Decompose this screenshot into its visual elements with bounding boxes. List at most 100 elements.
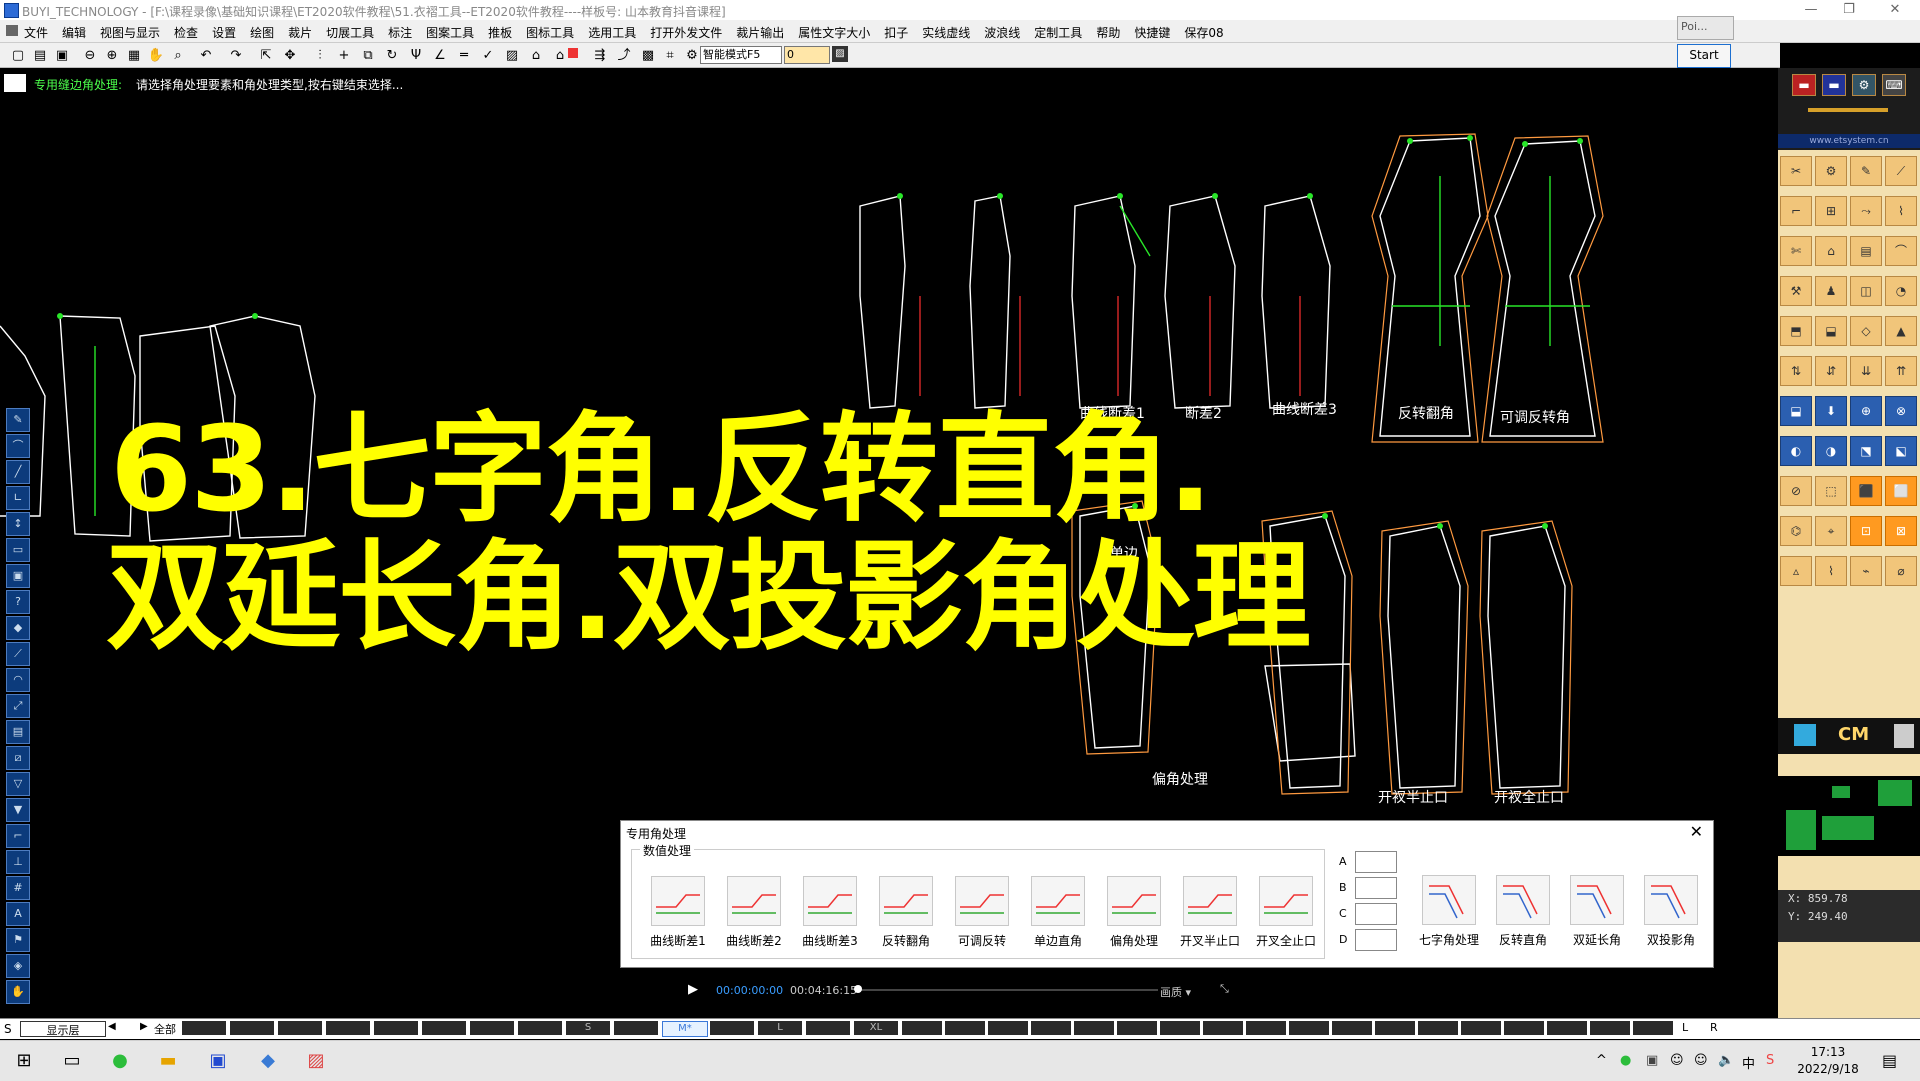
menu-item[interactable]: 推板 [488, 24, 512, 41]
size-cell[interactable]: L [758, 1021, 802, 1035]
size-cell-empty[interactable] [1160, 1021, 1200, 1035]
fullscreen-icon[interactable]: ⤡ [1220, 982, 1229, 996]
menu-item[interactable]: 选用工具 [588, 24, 636, 41]
knife-tool-icon[interactable]: ⤢ [6, 694, 30, 718]
mode-select[interactable]: 智能模式F5 [700, 46, 782, 64]
save-tool-icon[interactable]: ▤ [6, 720, 30, 744]
size-cell-empty[interactable] [1203, 1021, 1243, 1035]
mirror-icon[interactable]: ⧉ [358, 46, 378, 66]
shape-tool-icon[interactable]: ◆ [6, 616, 30, 640]
fork-icon[interactable]: Ψ [406, 46, 426, 66]
zoom-in-icon[interactable]: ⊕ [102, 46, 122, 66]
gear-tool-icon[interactable]: ⚙ [1852, 74, 1876, 96]
corner-type-button[interactable]: 曲线断差1 [640, 872, 716, 952]
rotate-icon[interactable]: ↻ [382, 46, 402, 66]
hand-pan-icon[interactable]: ✋ [146, 46, 166, 66]
pen-tool-icon[interactable]: ✎ [6, 408, 30, 432]
panel-tool-icon[interactable]: ⌁ [1850, 556, 1882, 586]
panel-tool-icon[interactable]: ⬕ [1885, 436, 1917, 466]
panel-tool-icon[interactable]: ⌬ [1780, 516, 1812, 546]
flag-red-icon[interactable]: ▬ [1792, 74, 1816, 96]
dimension-tool-icon[interactable]: ↕ [6, 512, 30, 536]
menu-item[interactable]: 保存08 [1184, 24, 1223, 41]
size-cell-empty[interactable] [1332, 1021, 1372, 1035]
panel-tool-icon[interactable]: ◇ [1850, 316, 1882, 346]
question-tool-icon[interactable]: ? [6, 590, 30, 614]
unit-arrow-icon[interactable] [1794, 724, 1816, 746]
panel-tool-icon[interactable]: ⌀ [1885, 556, 1917, 586]
special-corner-button[interactable]: 双延长角 [1559, 871, 1635, 951]
app-window-icon[interactable]: ◆ [254, 1047, 282, 1075]
menu-item[interactable]: 图标工具 [526, 24, 574, 41]
size-cell[interactable] [374, 1021, 418, 1035]
panel-tool-icon[interactable]: ✂ [1780, 156, 1812, 186]
size-cell[interactable]: XL [854, 1021, 898, 1035]
undo-icon[interactable]: ↶ [196, 46, 216, 66]
panel-tool-icon[interactable]: ⊠ [1885, 516, 1917, 546]
menu-item[interactable]: 切展工具 [326, 24, 374, 41]
zoom-out-icon[interactable]: ⊖ [80, 46, 100, 66]
tray-qq2-icon[interactable]: ☺ [1694, 1053, 1708, 1068]
panel-tool-icon[interactable]: ⌒ [1885, 236, 1917, 266]
size-cell[interactable] [230, 1021, 274, 1035]
tray-chevron-icon[interactable]: ^ [1596, 1053, 1607, 1068]
layer-select[interactable]: 显示层 [20, 1021, 106, 1037]
size-cell[interactable] [614, 1021, 658, 1035]
size-cell-empty[interactable] [1246, 1021, 1286, 1035]
size-cell[interactable]: M* [662, 1021, 708, 1037]
size-cell[interactable]: S [566, 1021, 610, 1035]
notification-icon[interactable]: ▤ [1882, 1051, 1897, 1070]
panel-tool-icon[interactable]: ⊞ [1815, 196, 1847, 226]
size-cell-empty[interactable] [1590, 1021, 1630, 1035]
panel-tool-icon[interactable]: ✄ [1780, 236, 1812, 266]
ime-icon[interactable]: 中 [1742, 1053, 1755, 1072]
corner-type-button[interactable]: 开叉半止口 [1172, 872, 1248, 952]
menu-item[interactable]: 定制工具 [1034, 24, 1082, 41]
panel-tool-icon[interactable]: ⬓ [1780, 396, 1812, 426]
size-cell[interactable] [326, 1021, 370, 1035]
panel-tool-icon[interactable]: ⤳ [1850, 196, 1882, 226]
panel-tool-icon[interactable]: ⬜ [1885, 476, 1917, 506]
menu-item[interactable]: 波浪线 [984, 24, 1020, 41]
progress-track[interactable] [858, 989, 1158, 991]
dialog-close-button[interactable]: ✕ [1690, 822, 1703, 841]
size-tag-r[interactable]: R [1710, 1021, 1718, 1034]
tray-s-icon[interactable]: S [1766, 1053, 1774, 1068]
size-cell[interactable] [710, 1021, 754, 1035]
task-view-icon[interactable]: ▭ [58, 1047, 86, 1075]
tool-a-icon[interactable]: ⤴ [614, 46, 634, 66]
tray-qq-icon[interactable]: ☺ [1670, 1053, 1684, 1068]
size-cell-empty[interactable] [1633, 1021, 1673, 1035]
panel-tool-icon[interactable]: ⊕ [1850, 396, 1882, 426]
param-input[interactable] [1355, 877, 1397, 899]
minimize-button[interactable]: — [1796, 2, 1826, 18]
tray-wechat-icon[interactable]: ● [1620, 1053, 1631, 1068]
size-cell-empty[interactable] [1418, 1021, 1458, 1035]
image-icon[interactable]: ▨ [832, 46, 848, 62]
value-input[interactable]: 0 [784, 46, 830, 64]
file-explorer-icon[interactable]: ▬ [154, 1047, 182, 1075]
check-icon[interactable]: ✓ [478, 46, 498, 66]
size-cell-empty[interactable] [988, 1021, 1028, 1035]
windows-start-icon[interactable]: ⊞ [10, 1047, 38, 1075]
keyboard-icon[interactable]: ⌨ [1882, 74, 1906, 96]
size-cell-empty[interactable] [902, 1021, 942, 1035]
menu-item[interactable]: 扣子 [884, 24, 908, 41]
settings-icon[interactable]: ⚙ [682, 46, 702, 66]
close-window-button[interactable]: ✕ [1880, 2, 1910, 18]
et-app-icon[interactable]: ▣ [204, 1047, 232, 1075]
hatch-icon[interactable]: ▨ [502, 46, 522, 66]
bracket-tool-icon[interactable]: ⊥ [6, 850, 30, 874]
all-sizes-button[interactable]: 全部 [154, 1021, 176, 1037]
panel-tool-icon[interactable]: ⟋ [1885, 156, 1917, 186]
save-icon[interactable]: ▣ [52, 46, 72, 66]
volume-icon[interactable]: 🔈 [1718, 1053, 1734, 1068]
menu-item[interactable]: 打开外发文件 [650, 24, 722, 41]
select-icon[interactable]: ⇱ [256, 46, 276, 66]
redo-icon[interactable]: ↷ [226, 46, 246, 66]
prev-arrow-icon[interactable]: ◀ [108, 1021, 116, 1032]
panel-tool-icon[interactable]: ◫ [1850, 276, 1882, 306]
panel-tool-icon[interactable]: ⌇ [1885, 196, 1917, 226]
size-cell-empty[interactable] [1461, 1021, 1501, 1035]
special-corner-button[interactable]: 七字角处理 [1411, 871, 1487, 951]
